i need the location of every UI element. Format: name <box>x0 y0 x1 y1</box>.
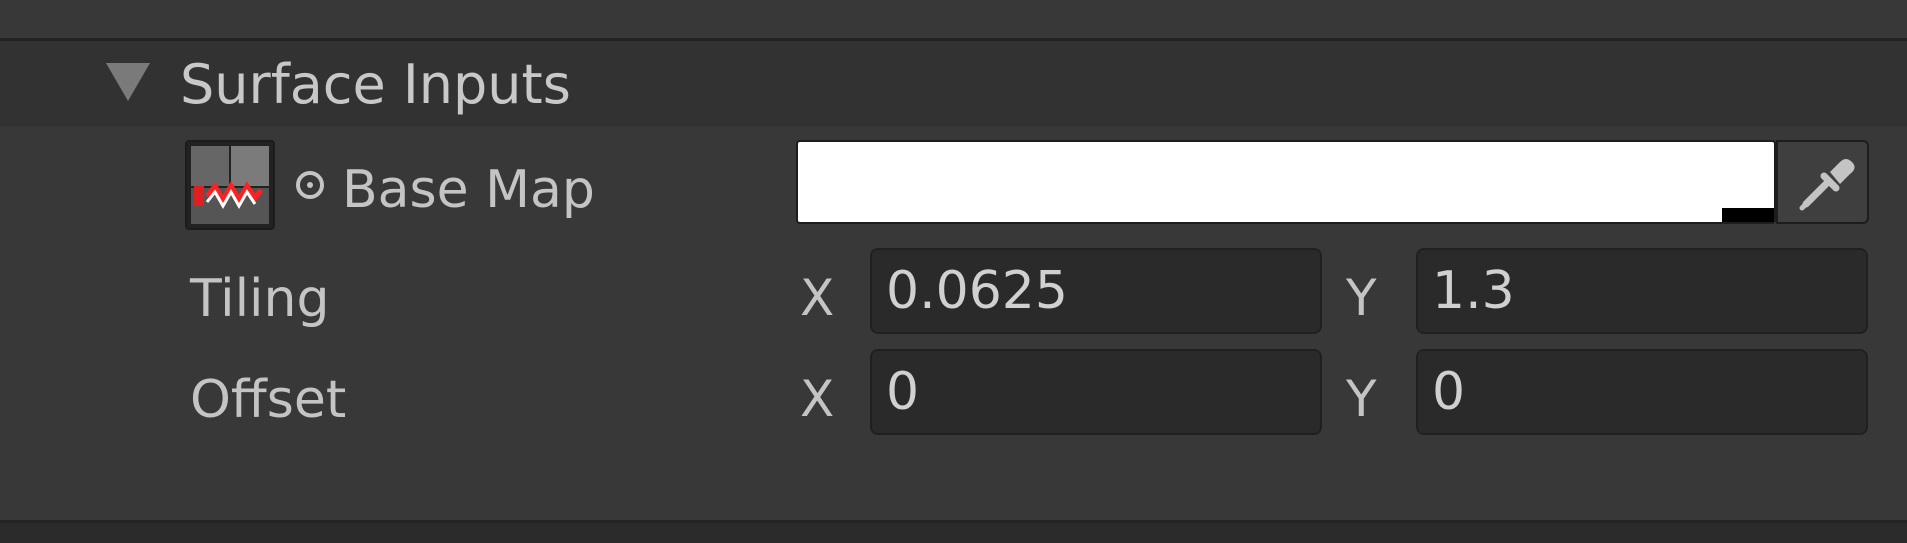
base-map-color-field[interactable] <box>796 140 1776 224</box>
tiling-x-label: X <box>800 269 835 327</box>
tiling-x-field[interactable]: 0.0625 <box>870 248 1322 334</box>
base-map-label: Base Map <box>342 160 595 220</box>
eyedropper-icon <box>1799 159 1855 211</box>
eyedropper-button[interactable] <box>1776 140 1869 224</box>
top-separator <box>0 0 1907 41</box>
section-title: Surface Inputs <box>180 53 571 116</box>
offset-y-label: Y <box>1346 370 1377 428</box>
alpha-indicator <box>1722 208 1774 222</box>
object-picker-target-icon[interactable] <box>296 171 324 199</box>
offset-y-field[interactable]: 0 <box>1416 349 1868 435</box>
base-map-texture-thumbnail[interactable] <box>185 140 275 230</box>
tiling-y-field[interactable]: 1.3 <box>1416 248 1868 334</box>
texture-preview-glyphs <box>194 180 263 210</box>
foldout-arrow-icon[interactable] <box>106 63 150 101</box>
tiling-label: Tiling <box>190 269 330 329</box>
tiling-y-label: Y <box>1346 269 1377 327</box>
offset-x-field[interactable]: 0 <box>870 349 1322 435</box>
offset-x-label: X <box>800 370 835 428</box>
offset-label: Offset <box>190 370 347 430</box>
